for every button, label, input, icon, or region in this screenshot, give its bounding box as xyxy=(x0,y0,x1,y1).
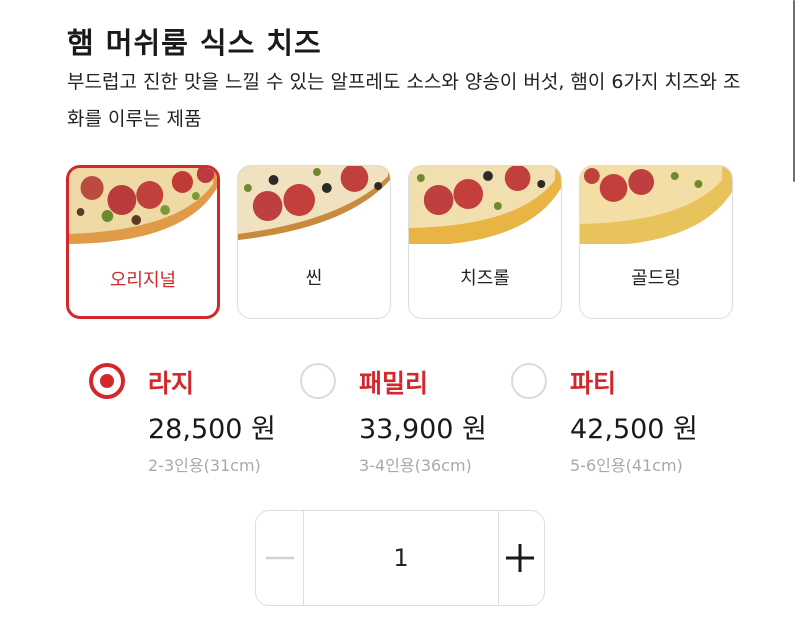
size-serving: 5-6인용(41cm) xyxy=(570,456,683,475)
size-name: 패밀리 xyxy=(359,369,429,398)
size-serving: 3-4인용(36cm) xyxy=(359,456,472,475)
crust-image xyxy=(409,166,561,244)
crust-image xyxy=(238,166,390,244)
crust-image xyxy=(580,166,732,244)
quantity-value[interactable]: 1 xyxy=(303,511,499,605)
scroll-indicator xyxy=(793,0,795,182)
size-price: 33,900 원 xyxy=(359,414,487,445)
size-radio[interactable] xyxy=(300,363,336,399)
size-option-large[interactable]: 라지 28,500 원 2-3인용(31cm) xyxy=(67,360,276,480)
crust-label: 골드링 xyxy=(631,268,681,289)
quantity-stepper: 1 xyxy=(255,510,545,606)
size-option-family[interactable]: 패밀리 33,900 원 3-4인용(36cm) xyxy=(278,360,487,480)
crust-option-cheese-roll[interactable]: 치즈롤 xyxy=(408,165,562,319)
crust-label: 오리지널 xyxy=(109,270,177,291)
size-serving: 2-3인용(31cm) xyxy=(148,456,261,475)
size-radio[interactable] xyxy=(511,363,547,399)
increase-quantity-button[interactable] xyxy=(496,511,544,605)
crust-option-thin[interactable]: 씬 xyxy=(237,165,391,319)
decrease-quantity-button[interactable] xyxy=(256,511,304,605)
minus-icon xyxy=(266,556,294,560)
product-description: 부드럽고 진한 맛을 느낄 수 있는 알프레도 소스와 양송이 버섯, 햄이 6… xyxy=(67,71,741,130)
crust-option-gold-ring[interactable]: 골드링 xyxy=(579,165,733,319)
crust-label: 씬 xyxy=(305,268,323,289)
crust-image xyxy=(69,168,217,246)
plus-icon xyxy=(506,544,534,572)
size-price: 42,500 원 xyxy=(570,414,698,445)
size-name: 라지 xyxy=(148,369,195,398)
size-name: 파티 xyxy=(570,369,617,398)
crust-options: 오리지널 씬 치즈롤 골드링 xyxy=(66,165,736,322)
crust-option-original[interactable]: 오리지널 xyxy=(66,165,220,319)
product-title: 햄 머쉬룸 식스 치즈 xyxy=(67,26,322,60)
size-option-party[interactable]: 파티 42,500 원 5-6인용(41cm) xyxy=(489,360,698,480)
size-radio[interactable] xyxy=(89,363,125,399)
radio-selected-dot xyxy=(100,374,114,388)
size-price: 28,500 원 xyxy=(148,414,276,445)
crust-label: 치즈롤 xyxy=(460,268,510,289)
